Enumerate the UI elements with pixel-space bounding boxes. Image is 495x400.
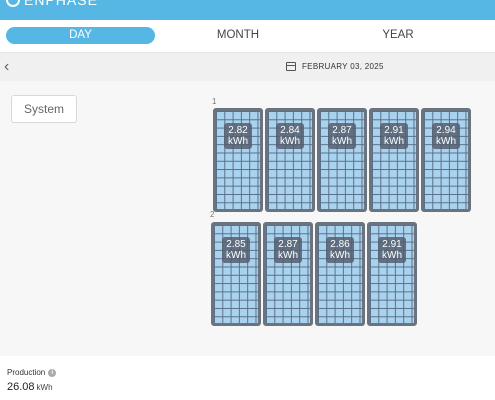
back-chevron-icon[interactable]: ‹: [4, 58, 9, 76]
app-header: ENPHASE: [0, 0, 495, 20]
solar-panel[interactable]: 2.86 kWh: [315, 222, 365, 326]
panel-energy-value: 2.87: [278, 239, 298, 250]
solar-panel[interactable]: 2.82 kWh: [213, 108, 263, 212]
panel-energy-unit: kWh: [332, 136, 352, 147]
solar-panel[interactable]: 2.84 kWh: [265, 108, 315, 212]
panel-energy-value: 2.86: [330, 239, 350, 250]
panel-energy-value: 2.84: [280, 125, 300, 136]
solar-panel[interactable]: 2.94 kWh: [421, 108, 471, 212]
solar-panel[interactable]: 2.87 kWh: [317, 108, 367, 212]
panel-energy-unit: kWh: [228, 136, 248, 147]
panel-energy-label: 2.91 kWh: [378, 237, 406, 263]
panel-energy-unit: kWh: [384, 136, 404, 147]
solar-panel[interactable]: 2.91 kWh: [369, 108, 419, 212]
info-icon[interactable]: i: [48, 368, 57, 377]
production-label-text: Production: [7, 368, 46, 377]
logo-ring-icon: [6, 0, 20, 7]
panel-energy-value: 2.91: [382, 239, 402, 250]
panel-energy-label: 2.84 kWh: [276, 123, 304, 149]
production-number: 26.08: [7, 381, 35, 393]
panel-energy-label: 2.82 kWh: [224, 123, 252, 149]
production-summary: Production i 26.08 kWh: [0, 356, 495, 400]
panel-energy-label: 2.87 kWh: [274, 237, 302, 263]
panel-energy-unit: kWh: [280, 136, 300, 147]
selected-date[interactable]: FEBRUARY 03, 2025: [302, 62, 384, 71]
production-label: Production i: [7, 368, 57, 377]
logo-text: ENPHASE: [24, 0, 98, 8]
production-value: 26.08 kWh: [7, 381, 53, 393]
tab-year[interactable]: YEAR: [358, 27, 438, 44]
period-tabs: DAY MONTH YEAR: [0, 20, 495, 52]
solar-panel[interactable]: 2.91 kWh: [367, 222, 417, 326]
panel-energy-unit: kWh: [278, 250, 298, 261]
calendar-icon[interactable]: [286, 62, 296, 71]
panel-energy-label: 2.94 kWh: [432, 123, 460, 149]
system-button[interactable]: System: [11, 95, 77, 123]
panel-energy-unit: kWh: [382, 250, 402, 261]
array-view: System 1 2 2.82 kWh 2.84 kWh 2.87 kWh 2.…: [0, 81, 495, 356]
panel-energy-label: 2.85 kWh: [222, 237, 250, 263]
panel-energy-value: 2.82: [228, 125, 248, 136]
production-unit: kWh: [36, 383, 53, 392]
solar-panel[interactable]: 2.87 kWh: [263, 222, 313, 326]
panel-energy-unit: kWh: [330, 250, 350, 261]
panel-energy-label: 2.86 kWh: [326, 237, 354, 263]
panel-energy-unit: kWh: [226, 250, 246, 261]
solar-panel[interactable]: 2.85 kWh: [211, 222, 261, 326]
panel-energy-label: 2.91 kWh: [380, 123, 408, 149]
tab-day[interactable]: DAY: [6, 27, 155, 44]
date-bar: ‹ FEBRUARY 03, 2025: [0, 52, 495, 81]
panel-energy-value: 2.94: [436, 125, 456, 136]
panel-energy-unit: kWh: [436, 136, 456, 147]
panel-energy-value: 2.85: [226, 239, 246, 250]
tab-month[interactable]: MONTH: [198, 27, 278, 44]
panel-energy-label: 2.87 kWh: [328, 123, 356, 149]
panel-energy-value: 2.87: [332, 125, 352, 136]
enphase-logo: ENPHASE: [6, 0, 98, 8]
panel-energy-value: 2.91: [384, 125, 404, 136]
array-row-label: 1: [212, 97, 217, 106]
